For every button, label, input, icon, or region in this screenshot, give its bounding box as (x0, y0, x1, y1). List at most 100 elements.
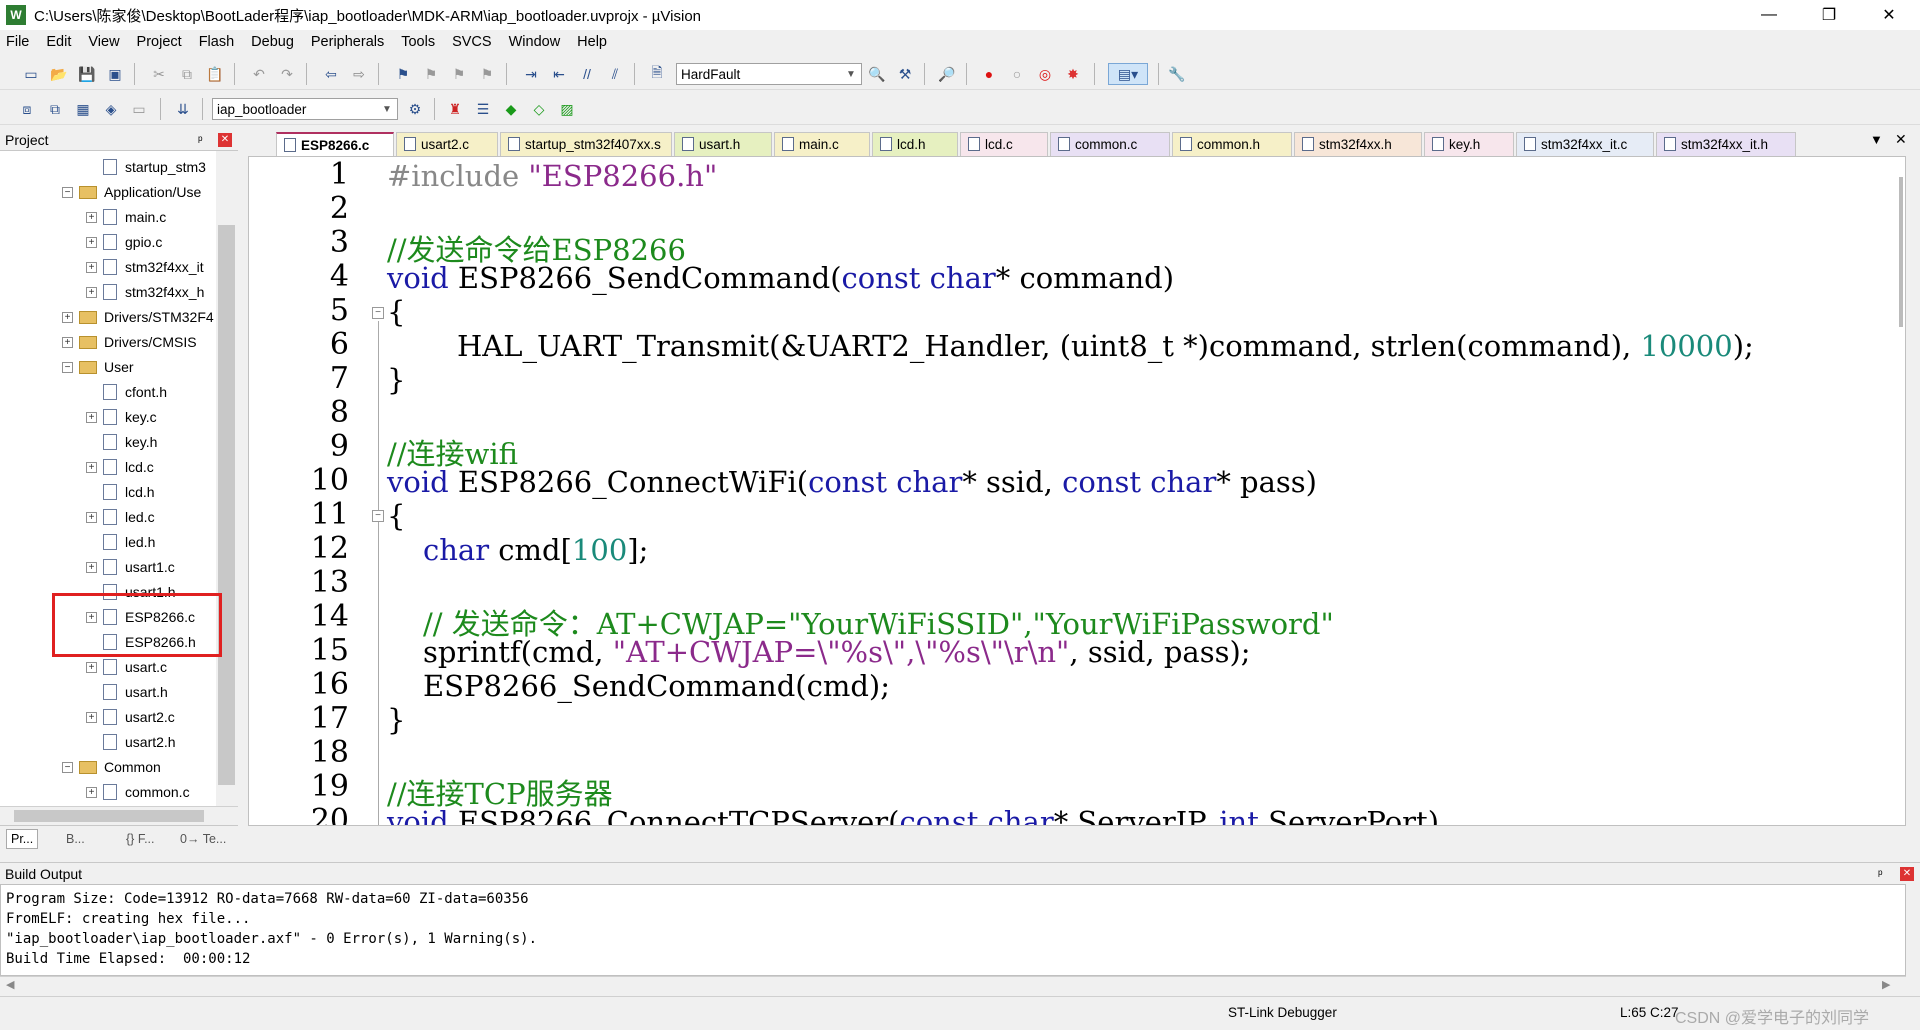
open-folder-icon[interactable]: 📂 (48, 63, 70, 85)
editor-tab[interactable]: stm32f4xx_it.h (1656, 132, 1796, 156)
redo-icon[interactable]: ↷ (276, 63, 298, 85)
fold-marker[interactable]: − (372, 510, 384, 522)
disable-all-breakpoints-icon[interactable]: ◎ (1034, 63, 1056, 85)
tab-books[interactable]: B... (66, 829, 85, 849)
menu-debug[interactable]: Debug (251, 34, 294, 50)
expand-icon[interactable]: + (86, 236, 97, 248)
configure-icon[interactable]: 🔧 (1166, 63, 1188, 85)
tree-file[interactable]: + stm32f4xx_h (86, 282, 204, 302)
window-layout-icon[interactable]: ▤▾ (1108, 63, 1148, 85)
paste-icon[interactable]: 📋 (204, 63, 226, 85)
output-hscrollbar[interactable]: ◀ ▶ (0, 976, 1906, 994)
tree-folder[interactable]: − Application/Use (62, 182, 201, 202)
cut-icon[interactable]: ✂ (148, 63, 170, 85)
expand-icon[interactable]: + (86, 561, 97, 573)
expand-icon[interactable]: + (62, 311, 73, 323)
editor-scrollbar[interactable] (1899, 177, 1903, 327)
pin-icon[interactable]: ᵖ (198, 133, 203, 147)
editor-tab[interactable]: ESP8266.c (276, 132, 394, 156)
clear-bookmarks-icon[interactable]: ⚑ (476, 63, 498, 85)
tree-file[interactable]: + common.c (86, 782, 190, 802)
pin-icon[interactable]: ᵖ (1878, 867, 1883, 881)
uncomment-icon[interactable]: ⫽ (604, 63, 626, 85)
download-icon[interactable]: ⇊ (172, 98, 194, 120)
tab-list-icon[interactable]: ▼ (1870, 132, 1883, 147)
collapse-icon[interactable]: − (62, 761, 73, 773)
tree-file[interactable]: cfont.h (86, 382, 167, 402)
tree-file[interactable]: key.h (86, 432, 157, 452)
editor-tab[interactable]: lcd.c (960, 132, 1048, 156)
tree-file[interactable]: + usart1.c (86, 557, 175, 577)
translate-icon[interactable]: ⧈ (16, 98, 38, 120)
menu-file[interactable]: File (6, 34, 29, 50)
menu-peripherals[interactable]: Peripherals (311, 34, 384, 50)
undo-icon[interactable]: ↶ (248, 63, 270, 85)
editor-tab[interactable]: common.c (1050, 132, 1170, 156)
editor-tab[interactable]: usart.h (674, 132, 772, 156)
close-editor-icon[interactable]: ✕ (1895, 131, 1907, 148)
project-tree-scrollbar[interactable] (216, 151, 238, 806)
comment-icon[interactable]: // (576, 63, 598, 85)
expand-icon[interactable]: + (86, 461, 97, 473)
menu-flash[interactable]: Flash (199, 34, 234, 50)
tab-project[interactable]: Pr... (6, 829, 39, 849)
collapse-icon[interactable]: − (62, 186, 73, 198)
minimize-button[interactable]: — (1742, 0, 1796, 30)
breakpoint-icon[interactable]: ● (978, 63, 1000, 85)
tree-file[interactable]: usart.h (86, 682, 168, 702)
save-icon[interactable]: 💾 (76, 63, 98, 85)
expand-icon[interactable]: + (86, 511, 97, 523)
tree-file[interactable]: startup_stm3 (86, 157, 206, 177)
next-bookmark-icon[interactable]: ⚑ (448, 63, 470, 85)
fold-marker[interactable]: − (372, 307, 384, 319)
find-combo[interactable]: HardFault ▼ (676, 63, 862, 85)
tree-file[interactable]: led.h (86, 532, 155, 552)
copy-icon[interactable]: ⧉ (176, 63, 198, 85)
rebuild-icon[interactable]: ▦ (72, 98, 94, 120)
tab-templates[interactable]: 0→ Te... (180, 829, 226, 849)
navigate-back-icon[interactable]: ⇦ (320, 63, 342, 85)
maximize-button[interactable]: ❐ (1802, 0, 1856, 30)
hscroll-thumb[interactable] (14, 810, 204, 822)
editor-tab[interactable]: stm32f4xx_it.c (1516, 132, 1654, 156)
tree-file[interactable]: + main.c (86, 207, 166, 227)
expand-icon[interactable]: + (86, 661, 97, 673)
tree-folder[interactable]: − User (62, 357, 134, 377)
expand-icon[interactable]: + (62, 336, 73, 348)
tree-file[interactable]: + gpio.c (86, 232, 162, 252)
navigate-forward-icon[interactable]: ⇨ (348, 63, 370, 85)
find-in-files-icon[interactable]: 🗎 (646, 63, 668, 85)
menu-edit[interactable]: Edit (46, 34, 71, 50)
tree-folder[interactable]: − Common (62, 757, 161, 777)
expand-icon[interactable]: + (86, 411, 97, 423)
manage-rte-icon[interactable]: ◇ (528, 98, 550, 120)
close-button[interactable]: ✕ (1862, 0, 1916, 30)
tab-functions[interactable]: {} F... (126, 829, 155, 849)
scrollbar-thumb[interactable] (218, 225, 235, 785)
tree-file[interactable]: + stm32f4xx_it (86, 257, 204, 277)
close-output-icon[interactable]: ✕ (1900, 866, 1914, 881)
expand-icon[interactable]: + (86, 786, 97, 798)
menu-project[interactable]: Project (137, 34, 182, 50)
editor-tab[interactable]: lcd.h (872, 132, 958, 156)
batch-build-icon[interactable]: ◈ (100, 98, 122, 120)
find-icon[interactable]: 🔍 (866, 63, 888, 85)
tree-file[interactable]: + usart2.c (86, 707, 175, 727)
menu-tools[interactable]: Tools (401, 34, 435, 50)
chevron-down-icon[interactable]: ▼ (843, 66, 859, 82)
pack-installer-icon[interactable]: ▨ (556, 98, 578, 120)
bookmark-icon[interactable]: ⚑ (392, 63, 414, 85)
close-panel-icon[interactable]: ✕ (218, 132, 232, 147)
tree-file[interactable]: + usart.c (86, 657, 167, 677)
save-all-icon[interactable]: ▣ (104, 63, 126, 85)
tree-file[interactable]: lcd.h (86, 482, 155, 502)
expand-icon[interactable]: + (86, 286, 97, 298)
tree-file[interactable]: + led.c (86, 507, 155, 527)
project-hscrollbar[interactable] (0, 806, 238, 824)
tree-folder[interactable]: + Drivers/STM32F4 (62, 307, 214, 327)
select-packs-icon[interactable]: ◆ (500, 98, 522, 120)
output-vscrollbar[interactable] (1906, 884, 1920, 976)
target-combo[interactable]: iap_bootloader ▼ (212, 98, 398, 120)
editor-tab[interactable]: stm32f4xx.h (1294, 132, 1422, 156)
prev-bookmark-icon[interactable]: ⚑ (420, 63, 442, 85)
